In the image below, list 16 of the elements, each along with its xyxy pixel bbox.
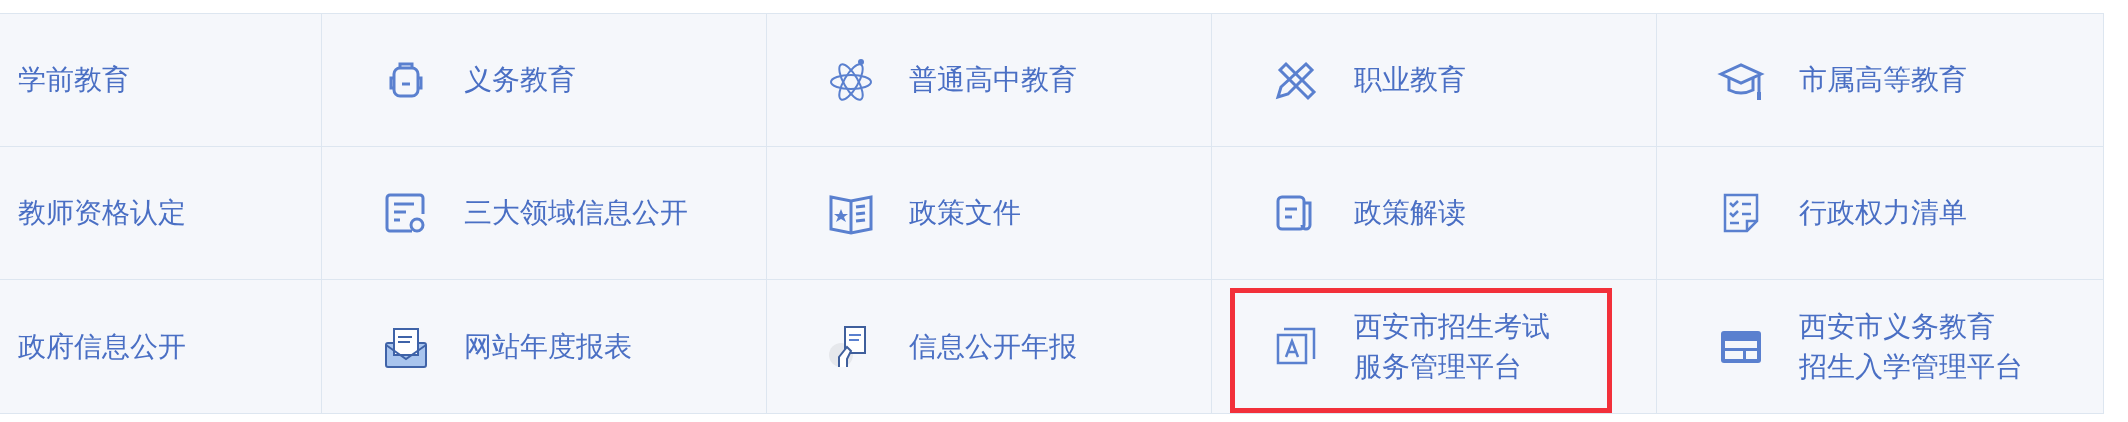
link[interactable]: 市属高等教育	[1799, 60, 1967, 100]
link[interactable]: 信息公开年报	[909, 326, 1077, 367]
link[interactable]: 政策文件	[909, 193, 1021, 233]
link[interactable]: 西安市义务教育 招生入学管理平台	[1799, 307, 2023, 386]
link[interactable]: 政策解读	[1354, 193, 1466, 233]
link[interactable]: 义务教育	[464, 60, 576, 100]
link[interactable]: 行政权力清单	[1799, 193, 1967, 233]
link[interactable]: 普通高中教育	[909, 60, 1077, 100]
link[interactable]: 三大领域信息公开	[464, 193, 688, 233]
atom-icon	[827, 56, 875, 104]
link[interactable]: 学前教育	[18, 60, 130, 100]
link[interactable]: 政府信息公开	[18, 326, 186, 367]
link[interactable]: 教师资格认定	[18, 193, 186, 233]
link[interactable]: 网站年度报表	[464, 326, 632, 367]
link[interactable]: 西安市招生考试 服务管理平台	[1354, 307, 1550, 386]
link[interactable]: 职业教育	[1354, 60, 1466, 100]
